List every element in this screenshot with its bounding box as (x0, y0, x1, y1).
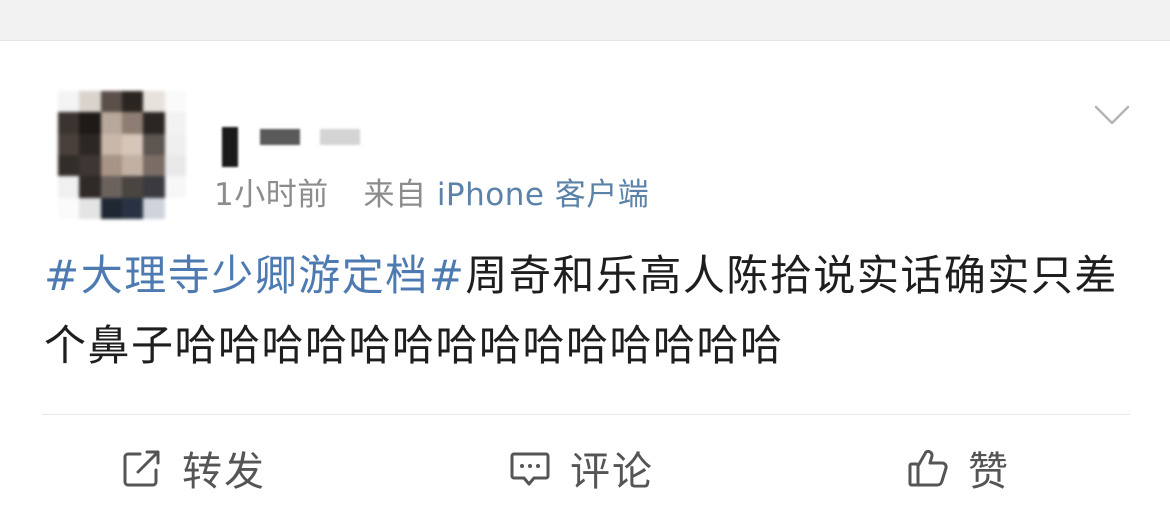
avatar-pixel (58, 176, 80, 198)
avatar-pixel (122, 91, 144, 113)
feed-separator-band (0, 0, 1170, 41)
avatar-pixel (100, 197, 122, 219)
like-button[interactable]: 赞 (906, 443, 1010, 495)
avatar-pixel (122, 176, 144, 198)
avatar-pixel (79, 91, 101, 113)
avatar-pixel (100, 91, 122, 113)
avatar-pixel (58, 197, 80, 219)
avatar-pixel (79, 197, 101, 219)
avatar-pixel (164, 133, 186, 155)
avatar-pixel (58, 155, 80, 177)
post-meta: 1小时前 来自 iPhone 客户端 (214, 169, 649, 214)
avatar-pixel (79, 176, 101, 198)
avatar-pixel (100, 176, 122, 198)
avatar-pixel (58, 133, 80, 155)
post-time: 1小时前 (214, 177, 329, 213)
avatar-pixel (79, 155, 101, 177)
post-source-prefix: 来自 (363, 177, 427, 213)
avatar-pixel (122, 197, 144, 219)
repost-label: 转发 (182, 449, 266, 495)
topic-hashtag-link[interactable]: #大理寺少卿游定档# (44, 251, 465, 300)
avatar-pixel (164, 197, 186, 219)
avatar-pixel (143, 133, 165, 155)
repost-button[interactable]: 转发 (120, 443, 266, 495)
avatar-pixel (143, 197, 165, 219)
chevron-down-icon[interactable] (1092, 101, 1132, 129)
avatar-pixel (164, 91, 186, 113)
avatar-pixel (79, 133, 101, 155)
avatar-pixel (100, 112, 122, 134)
post-source-client[interactable]: iPhone 客户端 (437, 177, 650, 213)
avatar-pixel (79, 112, 101, 134)
avatar-pixel (164, 155, 186, 177)
avatar-pixel (164, 112, 186, 134)
avatar-pixel (100, 133, 122, 155)
thumbs-up-icon (908, 449, 948, 487)
share-edit-icon (123, 450, 160, 487)
username-redacted[interactable] (218, 119, 368, 167)
post-text: #大理寺少卿游定档#周奇和乐高人陈拾说实话确实只差个鼻子哈哈哈哈哈哈哈哈哈哈哈哈… (44, 241, 1144, 381)
comment-button[interactable]: 评论 (508, 443, 654, 495)
avatar-pixel (122, 155, 144, 177)
avatar-pixel (100, 155, 122, 177)
comment-bubble-icon (510, 452, 550, 486)
avatar-pixel (143, 112, 165, 134)
avatar-pixel (164, 176, 186, 198)
avatar-pixel (143, 91, 165, 113)
avatar-pixel (122, 112, 144, 134)
comment-label: 评论 (570, 449, 654, 495)
avatar-pixel (122, 133, 144, 155)
weibo-post-card: 1小时前 来自 iPhone 客户端 #大理寺少卿游定档#周奇和乐高人陈拾说实话… (0, 41, 1170, 516)
like-label: 赞 (968, 449, 1010, 495)
avatar-pixel (58, 91, 80, 113)
divider (42, 414, 1130, 415)
avatar-pixel (143, 176, 165, 198)
avatar-pixel (58, 112, 80, 134)
avatar[interactable] (58, 91, 186, 219)
avatar-pixel (143, 155, 165, 177)
